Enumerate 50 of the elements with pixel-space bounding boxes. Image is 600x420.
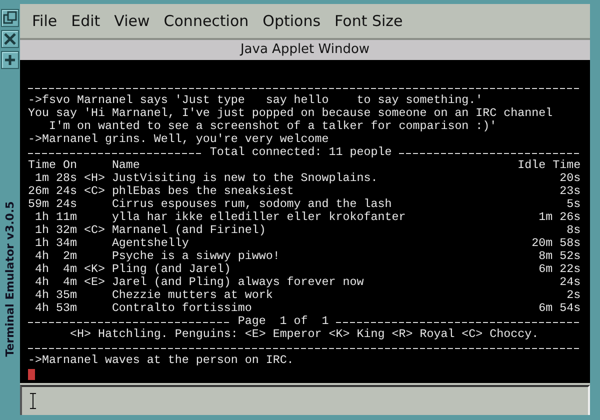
menu-item[interactable]: Options (262, 12, 321, 30)
column-header: Time On (28, 158, 77, 172)
terminal-line: ->Marnanel waves at the person on IRC. (28, 354, 294, 367)
idle-time: 20s (560, 172, 581, 185)
idle-time: 1m 26s (538, 210, 581, 224)
close-icon (3, 32, 17, 46)
idle-time: 23s (560, 184, 581, 198)
idle-time: 20m 58s (532, 236, 581, 250)
user-entry: 1h 32m <C> Marnanel (and Firinel) (34, 224, 266, 237)
maximize-button[interactable] (1, 51, 19, 69)
column-header: Name (112, 158, 140, 172)
overlapping-squares-icon (3, 11, 17, 25)
menu-item[interactable]: Font Size (334, 12, 403, 30)
user-entry: 26m 24s <C> phlEbas bes the sneaksiest (28, 184, 294, 198)
user-entry: 1m 28s <H> JustVisiting is new to the Snowplains. (34, 172, 378, 185)
idle-time: 8s (566, 224, 581, 237)
terminal-line: ->fsvo Marnanel says 'Just type say hello to say something.' (28, 94, 483, 107)
user-entry: 1h 11m ylla har ikke ellediller eller krokofanter (34, 210, 406, 224)
terminal-line: I'm on wanted to see a screenshot of a talker for comparison :)' (48, 120, 497, 133)
user-entry: 59m 24s Cirrus espouses rum, sodomy and the lash (28, 198, 392, 211)
menu-item[interactable]: Edit (71, 12, 100, 30)
input-field[interactable] (20, 385, 590, 415)
terminal-line: You say 'Hi Marnanel, I've just popped on because someone on an IRC channel (28, 106, 553, 120)
idle-time: 2s (566, 288, 581, 302)
user-entry: 4h 4m <K> Pling (and Jarel) (34, 262, 231, 276)
user-entry: 4h 35m Chezzie mutters at work (34, 288, 273, 302)
rank-legend: <H> Hatchling. Penguins: <E> Emperor <K> King <R> Royal <C> Choccy. (28, 328, 539, 341)
column-header: Idle Time (518, 158, 581, 172)
idle-time: 6m 54s (538, 302, 581, 315)
terminal-line: Total connected: 11 people (210, 146, 392, 159)
idle-time: 5s (566, 198, 581, 211)
terminal-line: ->Marnanel grins. Well, you're very welcome (28, 132, 329, 146)
menu-item[interactable]: View (114, 12, 150, 30)
user-entry: 1h 34m Agentshelly (34, 236, 189, 250)
close-button[interactable] (1, 30, 19, 48)
idle-time: 24s (560, 276, 581, 289)
window-title: Terminal Emulator v3.0.5 (4, 201, 16, 357)
user-entry: 4h 2m Psyche is a siwwy piwwo! (34, 250, 280, 263)
user-entry: 4h 53m Contralto fortissimo (34, 302, 252, 315)
menu-item[interactable]: File (32, 12, 58, 30)
user-entry: 4h 4m <E> Jarel (and Pling) always forever now (34, 276, 364, 289)
plus-icon (3, 53, 17, 67)
idle-time: 8m 52s (538, 250, 581, 263)
page-indicator: Page 1 of 1 (238, 314, 329, 328)
terminal-cursor (28, 368, 35, 380)
window-menu-button[interactable] (1, 9, 19, 27)
applet-title: Java Applet Window (240, 42, 370, 58)
menu-item[interactable]: Connection (164, 12, 249, 30)
text-cursor-icon (30, 393, 36, 410)
idle-time: 6m 22s (538, 262, 581, 276)
